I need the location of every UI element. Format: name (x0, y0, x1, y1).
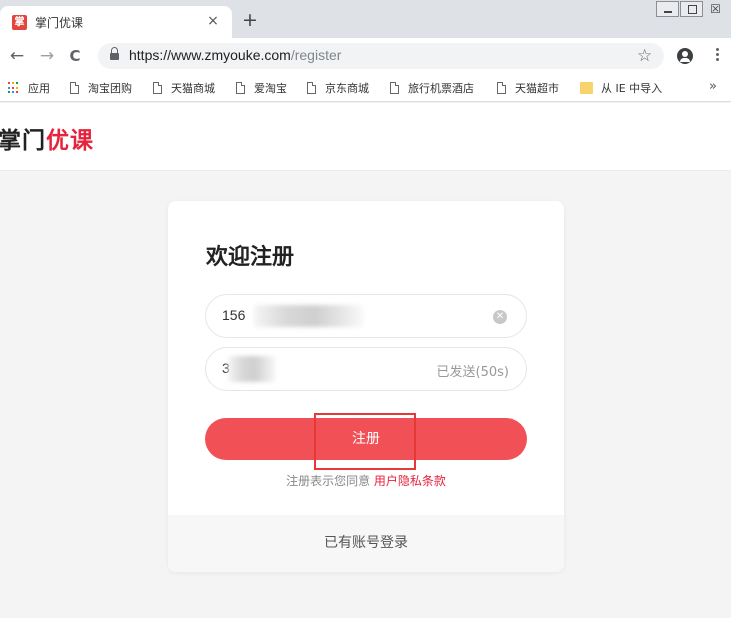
bookmark-label: 爱淘宝 (254, 82, 287, 95)
apps-icon (8, 82, 20, 94)
site-header: 掌门优课 (0, 103, 731, 171)
phone-value: 156 (222, 307, 246, 323)
register-button[interactable]: 注册 (205, 418, 527, 460)
new-tab-button[interactable]: + (240, 9, 260, 31)
bookmark-item[interactable]: 爱淘宝 (236, 80, 287, 96)
url-text: https://www.zmyouke.com/register (129, 47, 341, 63)
bookmark-label: 天猫商城 (171, 82, 215, 95)
agreement-prefix: 注册表示您同意 (286, 474, 371, 488)
bookmark-label: 旅行机票酒店 (408, 82, 474, 95)
redacted-blur (254, 305, 364, 327)
site-logo[interactable]: 掌门优课 (0, 121, 94, 155)
site-favicon-icon: 掌 (12, 15, 27, 30)
url-host: https://www.zmyouke.com (129, 47, 291, 63)
page-icon (307, 82, 316, 94)
tab-close-icon[interactable]: × (205, 12, 221, 30)
register-card: 欢迎注册 156 ✕ 3 已发送(50s) 注册 注册表示您同意 用户隐私条款 … (168, 201, 564, 572)
lock-icon (110, 47, 119, 61)
privacy-terms-link[interactable]: 用户隐私条款 (374, 474, 446, 488)
redacted-blur (228, 356, 276, 382)
browser-menu-icon[interactable] (711, 46, 723, 66)
phone-field[interactable]: 156 ✕ (205, 294, 527, 338)
forward-arrow-icon[interactable]: → (36, 45, 58, 67)
bookmark-label: 天猫超市 (515, 82, 559, 95)
bookmark-label: 京东商城 (325, 82, 369, 95)
window-close-icon[interactable]: ☒ (704, 1, 727, 17)
bookmark-star-icon[interactable]: ☆ (637, 45, 652, 67)
bookmark-item[interactable]: 京东商城 (307, 80, 369, 96)
page-icon (70, 82, 79, 94)
bookmark-label: 淘宝团购 (88, 82, 132, 95)
resend-code-countdown: 已发送(50s) (436, 365, 509, 380)
browser-tab[interactable]: 掌 掌门优课 × (0, 6, 232, 38)
bookmark-apps[interactable]: 应用 (8, 80, 50, 96)
bookmark-item[interactable]: 天猫超市 (497, 80, 559, 96)
profile-avatar-icon[interactable] (677, 48, 693, 64)
bookmark-item[interactable]: 天猫商城 (153, 80, 215, 96)
clear-input-icon[interactable]: ✕ (493, 310, 507, 324)
back-arrow-icon[interactable]: ← (6, 45, 28, 67)
bookmarks-bar: 应用 淘宝团购 天猫商城 爱淘宝 京东商城 旅行机票酒店 天猫超市 从 IE 中… (0, 74, 731, 102)
tab-title: 掌门优课 (35, 16, 84, 30)
reload-icon[interactable]: C (64, 45, 86, 67)
page-title: 欢迎注册 (206, 245, 295, 270)
page-icon (153, 82, 162, 94)
bookmark-item[interactable]: 淘宝团购 (70, 80, 132, 96)
window-controls: ☒ (655, 1, 727, 19)
logo-text-part2: 优课 (46, 128, 94, 154)
verification-code-field[interactable]: 3 已发送(50s) (205, 347, 527, 391)
bookmark-label: 应用 (28, 82, 50, 95)
address-bar[interactable]: https://www.zmyouke.com/register (98, 43, 664, 69)
bookmark-item[interactable]: 旅行机票酒店 (390, 80, 474, 96)
bookmarks-overflow-icon[interactable]: » (709, 79, 717, 94)
agreement-text: 注册表示您同意 用户隐私条款 (168, 472, 564, 489)
login-link[interactable]: 已有账号登录 (168, 515, 564, 572)
minimize-icon[interactable] (656, 1, 679, 17)
url-path: /register (290, 47, 342, 63)
page-icon (236, 82, 245, 94)
browser-tab-strip: 掌 掌门优课 × + ☒ (0, 0, 731, 38)
browser-toolbar: ← → C https://www.zmyouke.com/register ☆ (0, 38, 731, 74)
bookmark-label: 从 IE 中导入 (601, 82, 663, 95)
logo-text-part1: 掌门 (0, 128, 46, 154)
maximize-icon[interactable] (680, 1, 703, 17)
page-icon (390, 82, 399, 94)
bookmark-folder[interactable]: 从 IE 中导入 (580, 80, 662, 96)
page-icon (497, 82, 506, 94)
folder-icon (580, 82, 593, 94)
